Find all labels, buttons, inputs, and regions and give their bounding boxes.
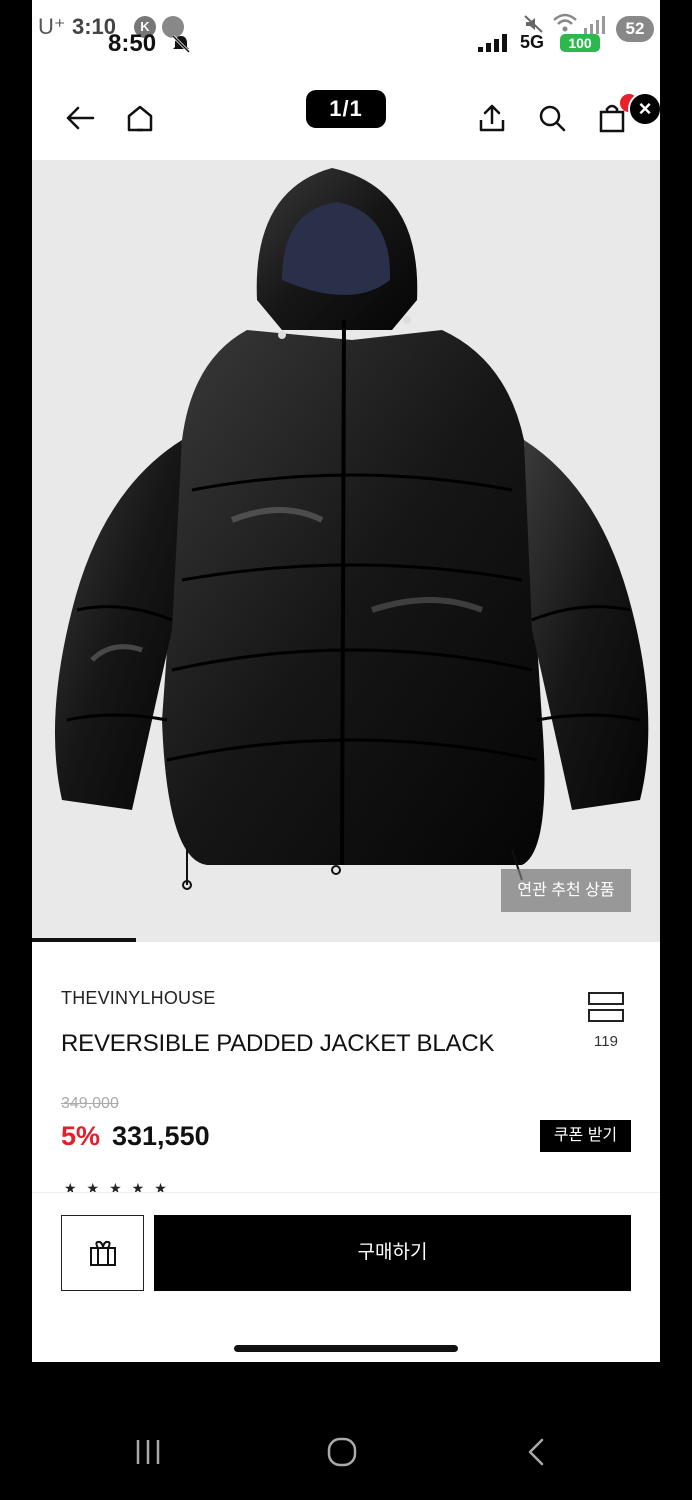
system-back-button[interactable] — [516, 1432, 556, 1472]
home-icon — [127, 105, 153, 132]
battery-indicator: 100 — [560, 34, 600, 52]
wifi-icon — [553, 13, 577, 32]
home-button[interactable] — [120, 98, 160, 138]
cart-button[interactable] — [592, 94, 638, 138]
buy-button[interactable]: 구매하기 — [154, 1215, 631, 1291]
secondary-signal-icon — [584, 16, 605, 34]
image-progress-bar — [32, 938, 660, 942]
discount-rate: 5% — [61, 1121, 101, 1151]
recent-apps-button[interactable] — [128, 1432, 168, 1472]
share-button[interactable] — [472, 98, 512, 138]
search-button[interactable] — [532, 98, 572, 138]
compare-count: 119 — [594, 1033, 618, 1050]
home-indicator[interactable] — [234, 1345, 458, 1352]
cell-signal-icon — [478, 34, 512, 52]
mute-bell-icon — [171, 34, 191, 54]
search-icon — [539, 105, 566, 132]
bottom-action-bar: 구매하기 — [32, 1192, 660, 1362]
image-counter: 1/1 — [306, 90, 386, 128]
close-overlay-button[interactable]: × — [628, 92, 660, 126]
system-home-button[interactable] — [322, 1432, 362, 1472]
compare-icon — [588, 992, 624, 1005]
compare-button[interactable] — [588, 992, 628, 1026]
share-icon — [479, 104, 505, 132]
status-time-front: 8:50 — [108, 30, 157, 57]
product-title: REVERSIBLE PADDED JACKET BLACK — [61, 1030, 495, 1057]
gift-button[interactable] — [61, 1215, 144, 1291]
recent-apps-icon — [136, 1440, 160, 1464]
back-button[interactable] — [60, 98, 100, 138]
mute-icon — [524, 15, 543, 33]
related-products-button[interactable]: 연관 추천 상품 — [501, 869, 631, 912]
carrier-label: U⁺ — [38, 14, 66, 39]
network-type: 5G — [520, 32, 545, 52]
sale-price: 331,550 — [112, 1121, 210, 1151]
product-image-carousel[interactable]: 연관 추천 상품 — [32, 160, 660, 942]
top-navigation: 1/1 — [32, 80, 660, 160]
brand-name[interactable]: THEVINYLHOUSE — [61, 988, 216, 1009]
jacket-image — [54, 168, 649, 890]
status-bar: U⁺ 3:10 K 8:50 5G 100 52 — [32, 0, 660, 60]
arrow-left-icon — [66, 106, 95, 130]
notification-count-badge: 52 — [616, 16, 654, 42]
home-circle-icon — [327, 1437, 357, 1467]
system-navigation-bar — [0, 1362, 692, 1500]
original-price: 349,000 — [61, 1095, 119, 1112]
gift-icon — [89, 1240, 116, 1266]
chevron-left-icon — [528, 1438, 544, 1466]
get-coupon-button[interactable]: 쿠폰 받기 — [540, 1120, 631, 1152]
image-progress-fill — [32, 938, 136, 942]
app-screen: U⁺ 3:10 K 8:50 5G 100 52 1/1 연관 추천 상품 TH… — [32, 0, 660, 1362]
